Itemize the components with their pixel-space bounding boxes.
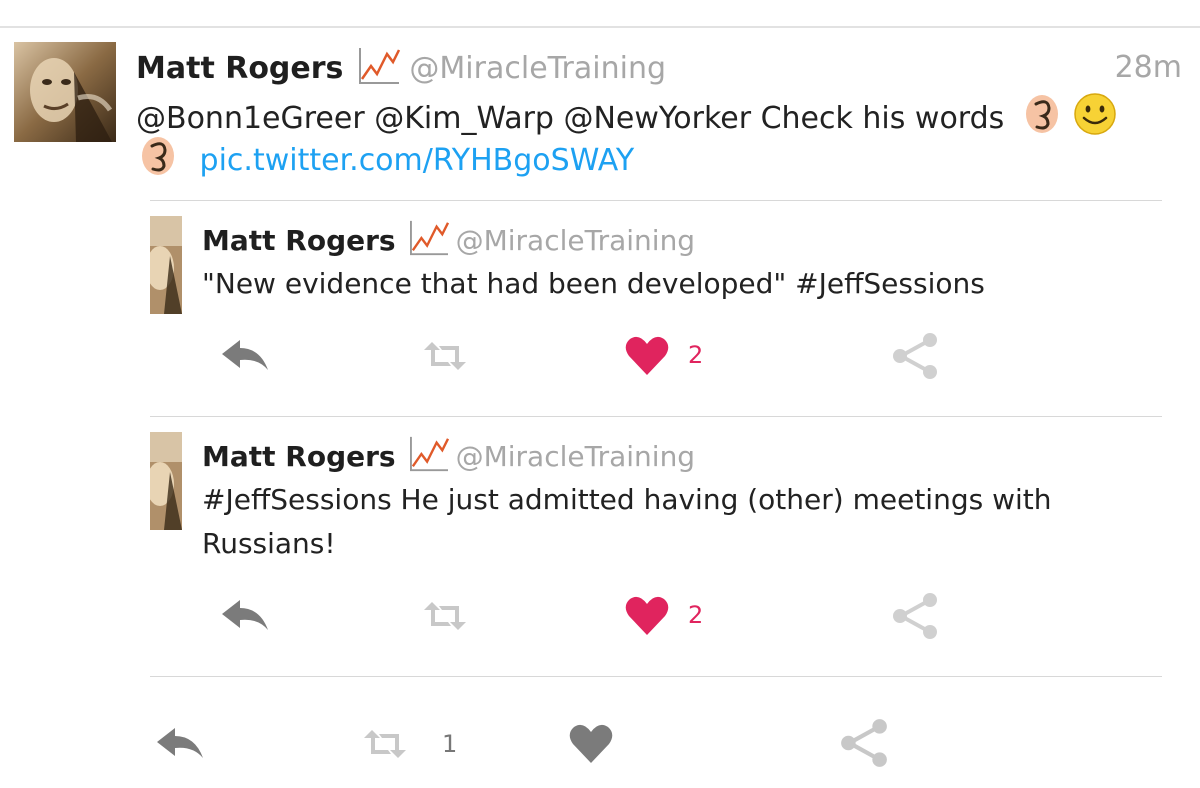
heart-icon (625, 596, 669, 635)
chart-increasing-icon (408, 435, 450, 477)
like-button[interactable] (568, 722, 614, 764)
ear-icon (140, 136, 176, 187)
quoted-tweet-header: Matt Rogers @MiracleTraining (202, 220, 695, 260)
chart-increasing-icon (357, 46, 401, 90)
display-name[interactable]: Matt Rogers (202, 224, 396, 257)
retweet-icon (424, 342, 466, 370)
handle[interactable]: @MiracleTraining (456, 440, 696, 473)
share-button[interactable] (890, 592, 940, 640)
display-name[interactable]: Matt Rogers (202, 440, 396, 473)
tweet-text-line1: @Bonn1eGreer @Kim_Warp @NewYorker Check … (136, 101, 1005, 136)
heart-icon (625, 336, 669, 375)
retweet-icon (424, 602, 466, 630)
handle[interactable]: @MiracleTraining (409, 51, 666, 86)
ear-icon (1024, 94, 1060, 145)
like-button[interactable]: 2 (624, 334, 703, 376)
like-count: 2 (688, 341, 704, 369)
display-name[interactable]: Matt Rogers (136, 51, 343, 86)
reply-button[interactable] (220, 596, 270, 636)
reply-icon (222, 340, 268, 370)
retweet-icon (364, 730, 406, 758)
retweet-count: 1 (442, 730, 458, 758)
top-divider (0, 26, 1200, 28)
reply-button[interactable] (154, 724, 206, 764)
reply-icon (222, 600, 268, 630)
handle[interactable]: @MiracleTraining (456, 224, 696, 257)
share-icon (893, 593, 937, 639)
avatar-photo (14, 42, 116, 142)
tweet-text-line2: pic.twitter.com/RYHBgoSWAY (140, 136, 634, 187)
retweet-button[interactable] (422, 600, 468, 632)
timestamp[interactable]: 28m (1115, 50, 1182, 85)
reply-icon (157, 728, 203, 758)
like-button[interactable]: 2 (624, 594, 703, 636)
tweet-link[interactable]: pic.twitter.com/RYHBgoSWAY (200, 143, 635, 178)
share-button[interactable] (838, 718, 890, 768)
share-button[interactable] (890, 332, 940, 380)
heart-icon (569, 724, 613, 763)
avatar[interactable] (150, 216, 182, 314)
divider (150, 200, 1162, 201)
retweet-button[interactable]: 1 (362, 728, 457, 760)
divider (150, 676, 1162, 677)
avatar-photo (150, 432, 182, 530)
avatar-photo (150, 216, 182, 314)
reply-button[interactable] (220, 336, 270, 376)
like-count: 2 (688, 601, 704, 629)
tweet-header: Matt Rogers @MiracleTraining (136, 46, 666, 90)
avatar[interactable] (150, 432, 182, 530)
retweet-button[interactable] (422, 340, 468, 372)
divider (150, 416, 1162, 417)
chart-increasing-icon (408, 219, 450, 261)
smiley-icon (1073, 92, 1117, 147)
share-icon (893, 333, 937, 379)
quoted-tweet-text: "New evidence that had been developed" #… (202, 267, 985, 300)
quoted-tweet-text-line2: Russians! (202, 527, 336, 560)
share-icon (841, 719, 887, 767)
avatar[interactable] (14, 42, 116, 142)
quoted-tweet-header: Matt Rogers @MiracleTraining (202, 436, 695, 476)
quoted-tweet-text-line1: #JeffSessions He just admitted having (o… (202, 483, 1052, 516)
